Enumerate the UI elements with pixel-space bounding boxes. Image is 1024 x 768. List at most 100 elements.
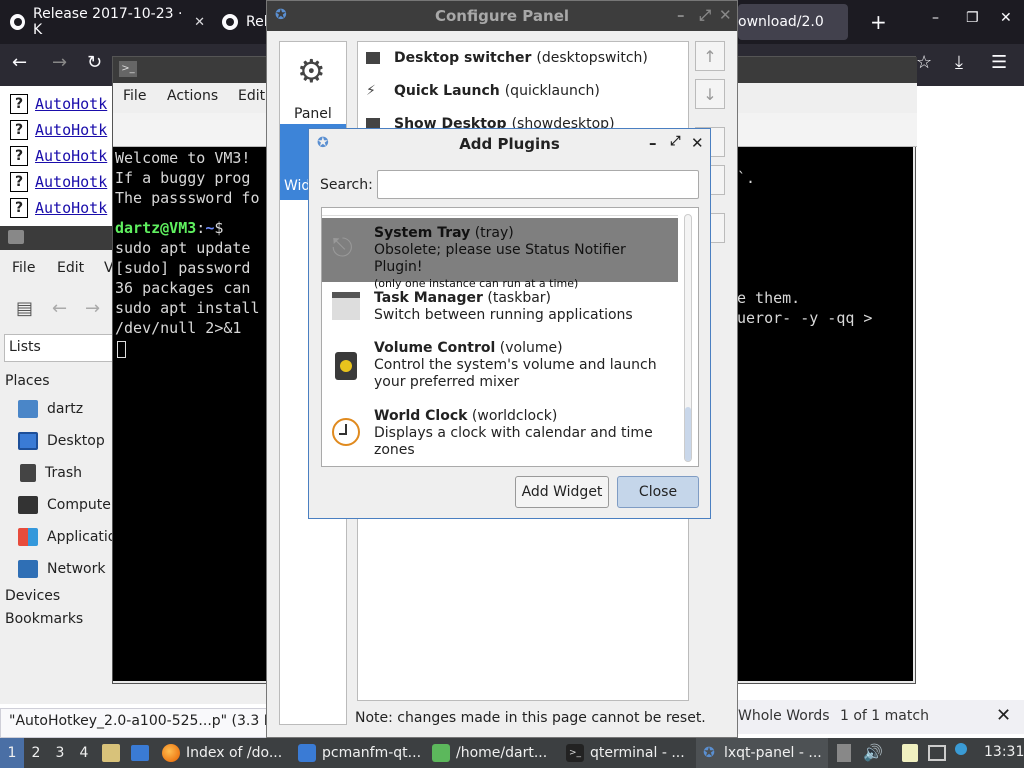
display-icon[interactable] [928,745,946,761]
back-icon[interactable]: ← [12,52,27,73]
terminal-line: /dev/null 2>&1 [115,319,242,337]
forward-icon[interactable]: → [52,52,67,73]
list-item: ? AutoHotk [10,169,107,195]
file-link[interactable]: AutoHotk [35,173,107,191]
desktop-2[interactable]: 2 [24,738,48,768]
computer-icon [18,496,38,514]
task-lxqt-panel[interactable]: ✪ lxqt-panel - ... [696,738,828,768]
menu-file[interactable]: File [123,88,146,104]
place-computer[interactable]: Compute [18,496,111,514]
quick-launch-icon: ⚡ [366,83,376,99]
list-item: ? AutoHotk [10,143,107,169]
plugin-item-tray[interactable]: ⎋ System Tray (tray) Obsolete; please us… [322,218,678,290]
new-window-icon[interactable]: ▤ [16,298,33,319]
menu-icon[interactable]: ☰ [991,52,1007,73]
minimize-icon[interactable]: – [677,6,685,24]
maximize-icon[interactable]: ❐ [966,10,979,26]
menu-edit[interactable]: Edit [57,260,84,276]
home-folder-icon [18,400,38,418]
github-icon [10,14,26,30]
scrollbar[interactable] [684,214,692,462]
list-item[interactable]: ⚡ Quick Launch (quicklaunch) [366,83,600,99]
place-home[interactable]: dartz [18,400,83,418]
devices-header: Devices [5,588,61,604]
whole-words-option[interactable]: Whole Words [738,708,830,724]
place-applications[interactable]: Applicatio [18,528,116,546]
plugin-item-worldclock[interactable]: World Clock (worldclock) Displays a cloc… [322,400,678,466]
terminal-line: [sudo] password [115,259,251,277]
task-home-folder[interactable]: /home/dart... [428,738,558,768]
clock[interactable]: 13:31 [984,744,1024,760]
show-desktop-icon[interactable] [131,745,149,761]
minimize-icon[interactable]: – [649,134,657,152]
file-link[interactable]: AutoHotk [35,199,107,217]
list-item: ? AutoHotk [10,91,107,117]
place-trash[interactable]: Trash [18,464,82,482]
terminal-line: Welcome to VM3! [115,149,251,167]
file-manager-launcher-icon[interactable] [102,744,120,762]
reload-icon[interactable]: ↻ [87,52,102,73]
list-item: ? AutoHotk [10,117,107,143]
task-qterminal[interactable]: >_ qterminal - ... [562,738,692,768]
task-manager-icon [332,292,360,320]
file-link[interactable]: AutoHotk [35,147,107,165]
find-bar: Whole Words 1 of 1 match ✕ [736,700,1024,734]
list-item-partial [322,208,678,216]
plugin-item-volume[interactable]: Volume Control (volume) Control the syst… [322,332,678,400]
list-item[interactable]: Desktop switcher (desktopswitch) [366,50,648,66]
close-window-icon[interactable]: ✕ [1000,10,1012,26]
plugin-item-taskbar[interactable]: Task Manager (taskbar) Switch between ru… [322,282,678,332]
new-tab-button[interactable]: + [860,4,887,40]
trash-icon [20,464,36,482]
close-findbar-icon[interactable]: ✕ [996,705,1011,726]
bookmarks-header: Bookmarks [5,611,84,627]
tab-release[interactable]: Release 2017-10-23 · K ✕ [0,4,205,40]
tab-release-2[interactable]: Rel [212,4,272,40]
tray-icon: ⎋ [332,233,353,263]
desktop-4[interactable]: 4 [72,738,96,768]
place-desktop[interactable]: Desktop [18,432,105,450]
folder-icon [8,230,24,244]
move-up-button[interactable]: ↑ [695,41,725,71]
menu-file[interactable]: File [12,260,35,276]
menu-edit[interactable]: Edit [238,88,265,104]
volume-icon[interactable]: 🔊 [863,743,883,762]
move-down-button[interactable]: ↓ [695,79,725,109]
place-network[interactable]: Network [18,560,105,578]
close-icon[interactable]: ✕ [194,15,205,30]
tray-app-icon[interactable] [837,744,851,762]
terminal-line: `. [737,169,756,187]
clipboard-icon[interactable] [902,744,918,762]
desktop-3[interactable]: 3 [48,738,72,768]
window-title: Configure Panel [434,7,570,25]
tab-download[interactable]: ownload/2.0 [738,4,848,40]
status-bar-url: "AutoHotkey_2.0-a100-525...p" (3.3 M [0,708,270,738]
title-bar: Add Plugins ✪ – ⤢ ✕ [309,129,710,159]
back-icon[interactable]: ← [52,298,67,319]
task-pcmanfm[interactable]: pcmanfm-qt... [294,738,426,768]
bookmark-star-icon[interactable]: ☆ [916,52,932,73]
search-input[interactable] [377,170,699,199]
maximize-icon[interactable]: ⤢ [699,6,711,24]
scrollbar-thumb[interactable] [685,407,691,461]
download-icon[interactable]: ⤓ [955,52,963,73]
maximize-icon[interactable]: ⤢ [670,134,680,149]
desktop-1[interactable]: 1 [0,738,24,768]
terminal-line: 36 packages can [115,279,251,297]
location-dropdown[interactable]: Lists [4,334,114,362]
add-widget-button[interactable]: Add Widget [515,476,609,508]
close-button[interactable]: Close [617,476,699,508]
sidebar-item-panel[interactable]: ⚙ Panel [280,48,346,122]
update-notifier-icon[interactable] [955,743,967,755]
terminal-line: ueror- -y -qq > [737,309,873,327]
minimize-icon[interactable]: – [932,10,939,26]
terminal-line: sudo apt install [115,299,260,317]
file-link[interactable]: AutoHotk [35,95,107,113]
forward-icon[interactable]: → [85,298,100,319]
file-link[interactable]: AutoHotk [35,121,107,139]
close-icon[interactable]: ✕ [719,6,732,24]
task-firefox[interactable]: Index of /do... [158,738,290,768]
unknown-file-icon: ? [10,198,28,218]
close-icon[interactable]: ✕ [691,134,704,152]
menu-actions[interactable]: Actions [167,88,218,104]
